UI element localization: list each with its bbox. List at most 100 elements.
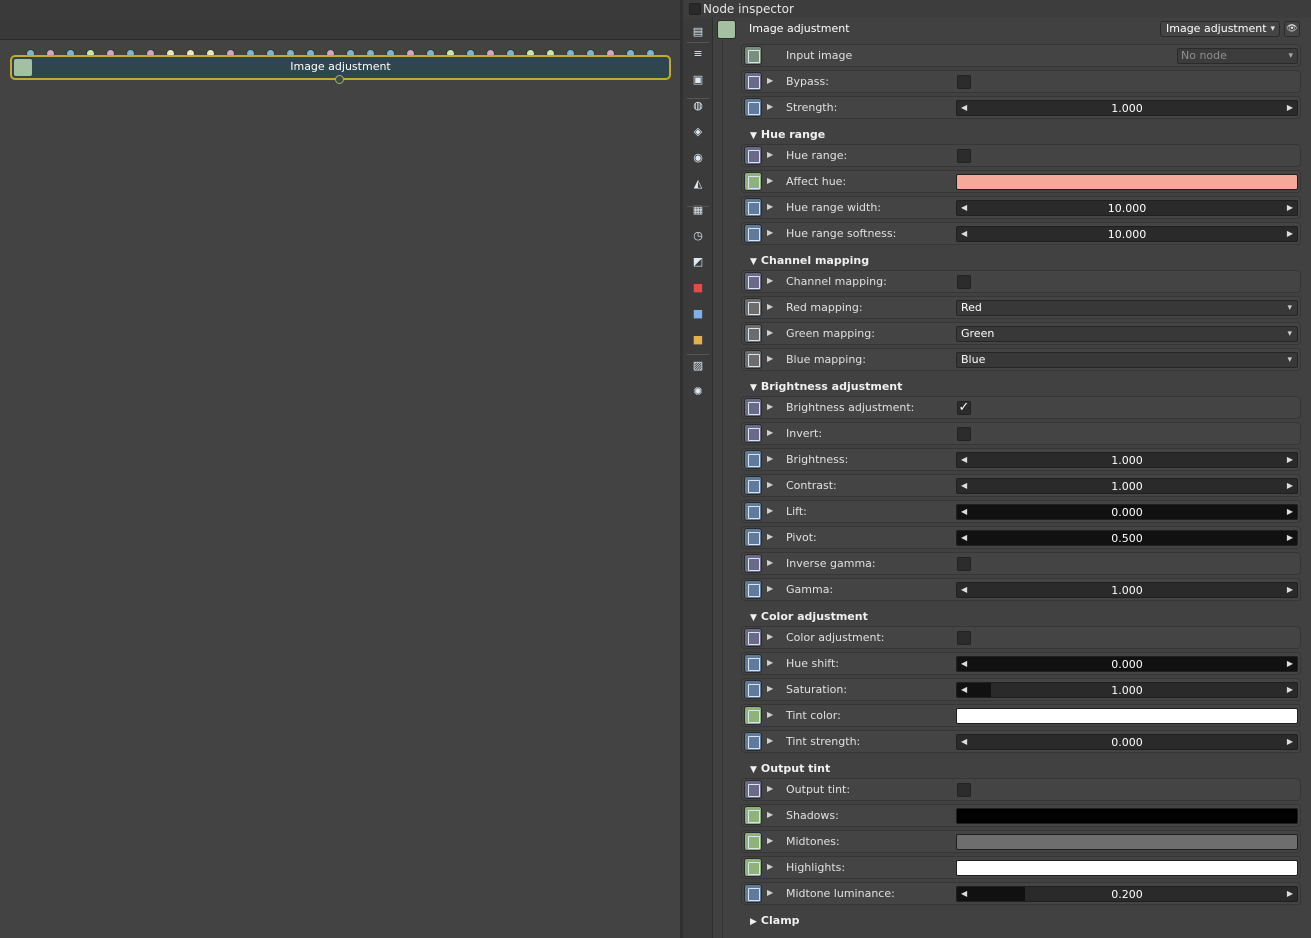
expand-arrow-icon[interactable]: ▶ (767, 328, 773, 337)
sun-icon[interactable]: ✺ (690, 384, 706, 398)
increment-arrow-icon[interactable]: ▶ (1287, 507, 1293, 516)
bool-type-icon[interactable] (744, 780, 762, 799)
expand-arrow-icon[interactable]: ▶ (767, 836, 773, 845)
expand-arrow-icon[interactable]: ▶ (767, 150, 773, 159)
expand-arrow-icon[interactable]: ▶ (767, 888, 773, 897)
increment-arrow-icon[interactable]: ▶ (1287, 203, 1293, 212)
parameter-slider[interactable]: ◀ 10.000 ▶ (956, 226, 1298, 242)
parameter-slider[interactable]: ◀ 1.000 ▶ (956, 100, 1298, 116)
increment-arrow-icon[interactable]: ▶ (1287, 737, 1293, 746)
section-header[interactable]: ▼ Color adjustment (750, 610, 868, 623)
expand-arrow-icon[interactable]: ▶ (767, 176, 773, 185)
increment-arrow-icon[interactable]: ▶ (1287, 481, 1293, 490)
texture-icon[interactable]: ▦ (690, 202, 706, 216)
expand-arrow-icon[interactable]: ▶ (767, 102, 773, 111)
image-icon[interactable]: ▣ (690, 72, 706, 86)
parameter-slider[interactable]: ◀ 10.000 ▶ (956, 200, 1298, 216)
clock-icon[interactable]: ◷ (690, 228, 706, 242)
expand-arrow-icon[interactable]: ▶ (767, 736, 773, 745)
parameter-checkbox[interactable] (957, 149, 971, 163)
parameter-dropdown[interactable]: Blue (956, 352, 1298, 368)
increment-arrow-icon[interactable]: ▶ (1287, 229, 1293, 238)
float-type-icon[interactable] (744, 98, 762, 117)
bool-type-icon[interactable] (744, 72, 762, 91)
float-type-icon[interactable] (744, 528, 762, 547)
float-type-icon[interactable] (744, 502, 762, 521)
expand-arrow-icon[interactable]: ▶ (767, 810, 773, 819)
box-icon[interactable]: ■ (690, 332, 706, 346)
picture-icon[interactable]: ▨ (690, 358, 706, 372)
material-icon[interactable]: ◭ (690, 176, 706, 190)
color-type-icon[interactable] (744, 832, 762, 851)
expand-arrow-icon[interactable]: ▶ (767, 428, 773, 437)
parameter-slider[interactable]: ◀ 1.000 ▶ (956, 452, 1298, 468)
parameter-checkbox[interactable] (957, 783, 971, 797)
bool-type-icon[interactable] (744, 398, 762, 417)
increment-arrow-icon[interactable]: ▶ (1287, 103, 1293, 112)
color-type-icon[interactable] (744, 706, 762, 725)
increment-arrow-icon[interactable]: ▶ (1287, 585, 1293, 594)
bool-type-icon[interactable] (744, 272, 762, 291)
float-type-icon[interactable] (744, 476, 762, 495)
parameter-slider[interactable]: ◀ 0.200 ▶ (956, 886, 1298, 902)
section-header[interactable]: ▼ Hue range (750, 128, 825, 141)
increment-arrow-icon[interactable]: ▶ (1287, 685, 1293, 694)
expand-arrow-icon[interactable]: ▶ (767, 506, 773, 515)
increment-arrow-icon[interactable]: ▶ (1287, 659, 1293, 668)
parameter-slider[interactable]: ◀ 0.000 ▶ (956, 656, 1298, 672)
float-type-icon[interactable] (744, 450, 762, 469)
parameter-slider[interactable]: ◀ 1.000 ▶ (956, 682, 1298, 698)
section-header[interactable]: ▼ Brightness adjustment (750, 380, 902, 393)
expand-arrow-icon[interactable]: ▶ (767, 276, 773, 285)
expand-arrow-icon[interactable]: ▶ (767, 710, 773, 719)
expand-arrow-icon[interactable]: ▶ (767, 454, 773, 463)
expand-arrow-icon[interactable]: ▶ (767, 202, 773, 211)
expand-arrow-icon[interactable]: ▶ (767, 76, 773, 85)
layers-icon[interactable]: ▤ (690, 24, 706, 38)
color-type-icon[interactable] (744, 172, 762, 191)
float-type-icon[interactable] (744, 654, 762, 673)
color-swatch[interactable] (956, 834, 1298, 850)
parameter-checkbox[interactable] (957, 631, 971, 645)
expand-arrow-icon[interactable]: ▶ (767, 402, 773, 411)
parameter-slider[interactable]: ◀ 0.500 ▶ (956, 530, 1298, 546)
parameter-slider[interactable]: ◀ 1.000 ▶ (956, 478, 1298, 494)
expand-arrow-icon[interactable]: ▶ (767, 480, 773, 489)
eye-icon[interactable]: 👁 (1284, 21, 1300, 37)
color-swatch[interactable] (956, 174, 1298, 190)
parameter-checkbox[interactable] (957, 275, 971, 289)
blue-cube-icon[interactable]: ■ (690, 306, 706, 320)
expand-arrow-icon[interactable]: ▶ (767, 558, 773, 567)
node-graph-editor[interactable]: Image adjustment (0, 0, 680, 938)
parameter-slider[interactable]: ◀ 1.000 ▶ (956, 582, 1298, 598)
red-cube-icon[interactable]: ■ (690, 280, 706, 294)
expand-arrow-icon[interactable]: ▶ (767, 862, 773, 871)
increment-arrow-icon[interactable]: ▶ (1287, 455, 1293, 464)
parameter-checkbox[interactable] (957, 427, 971, 441)
color-swatch[interactable] (956, 708, 1298, 724)
enum-type-icon[interactable] (744, 324, 762, 343)
stack-icon[interactable]: ◉ (690, 150, 706, 164)
geometry-icon[interactable]: ◈ (690, 124, 706, 138)
bool-type-icon[interactable] (744, 628, 762, 647)
expand-arrow-icon[interactable]: ▶ (767, 658, 773, 667)
enum-type-icon[interactable] (744, 350, 762, 369)
increment-arrow-icon[interactable]: ▶ (1287, 533, 1293, 542)
parameter-checkbox[interactable] (957, 557, 971, 571)
expand-arrow-icon[interactable]: ▶ (767, 354, 773, 363)
color-swatch[interactable] (956, 808, 1298, 824)
bool-type-icon[interactable] (744, 424, 762, 443)
parameter-checkbox[interactable]: ✓ (957, 401, 971, 415)
input-node-select[interactable]: No node (1177, 48, 1298, 64)
expand-arrow-icon[interactable]: ▶ (767, 228, 773, 237)
float-type-icon[interactable] (744, 680, 762, 699)
color-swatch[interactable] (956, 860, 1298, 876)
node-type-select[interactable]: Image adjustment (1160, 21, 1280, 37)
parameter-dropdown[interactable]: Green (956, 326, 1298, 342)
section-header[interactable]: ▼ Output tint (750, 762, 830, 775)
camera-icon[interactable]: ◍ (690, 98, 706, 112)
float-type-icon[interactable] (744, 884, 762, 903)
enum-type-icon[interactable] (744, 298, 762, 317)
section-header[interactable]: ▶ Clamp (750, 914, 800, 927)
transform-icon[interactable]: ◩ (690, 254, 706, 268)
